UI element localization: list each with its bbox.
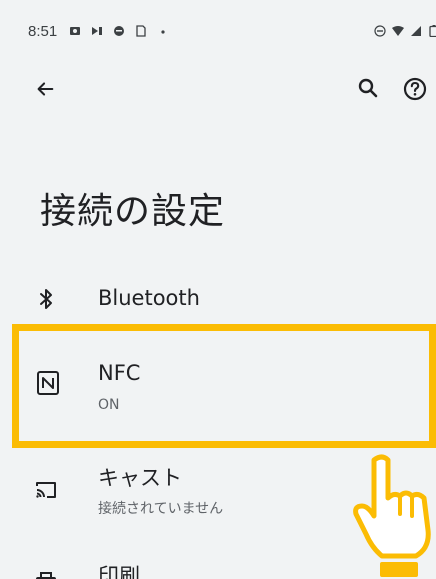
- nfc-icon: [37, 371, 59, 395]
- cast-icon: [36, 482, 56, 498]
- settings-item-status: ON: [98, 397, 120, 413]
- settings-item-title: 印刷: [98, 564, 140, 579]
- status-notification-icons: [69, 25, 169, 37]
- wifi-icon: [392, 26, 404, 36]
- settings-item-bluetooth[interactable]: Bluetooth: [0, 272, 436, 326]
- battery-icon: [429, 25, 436, 37]
- settings-item-title: Bluetooth: [98, 286, 200, 310]
- photo-notification-icon: [70, 27, 81, 35]
- search-icon[interactable]: [356, 76, 380, 100]
- bluetooth-icon: [40, 289, 52, 309]
- settings-item-title: NFC: [98, 361, 141, 385]
- status-time: 8:51: [28, 22, 58, 40]
- dnd-icon: [374, 25, 386, 37]
- page-title: 接続の設定: [40, 191, 226, 232]
- print-icon: [36, 572, 56, 579]
- top-app-bar: [0, 62, 436, 118]
- status-system-icons: [374, 0, 436, 62]
- status-bar: 8:51: [0, 0, 436, 62]
- settings-item-status: 接続されていません: [98, 501, 224, 517]
- settings-item-title: キャスト: [98, 466, 182, 490]
- help-icon[interactable]: [402, 76, 428, 102]
- settings-item-nfc[interactable]: NFC ON: [0, 331, 436, 441]
- pointing-hand-icon: [353, 454, 431, 577]
- back-arrow-icon[interactable]: [34, 78, 56, 100]
- media-notification-icon: [92, 27, 103, 35]
- settings-screen: 8:51 接続の設定 Bluetooth NFC ON キャスト 接続されていま…: [0, 0, 436, 579]
- dot-notification-icon: [161, 30, 165, 34]
- file-notification-icon: [136, 25, 146, 37]
- message-notification-icon: [114, 26, 125, 36]
- signal-icon: [411, 26, 421, 36]
